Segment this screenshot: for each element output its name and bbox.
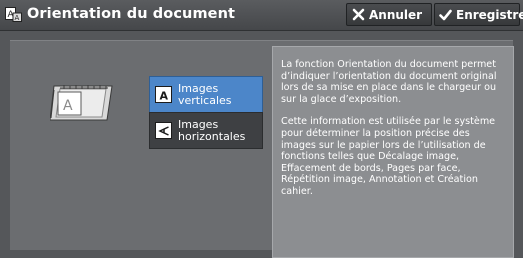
header-bar: A A Orientation du document Annuler Enre… [0, 0, 523, 31]
option-label: Images horizontales [178, 117, 246, 143]
save-button-label: Enregistrer [456, 7, 523, 22]
option-images-horizontales[interactable]: Images horizontales [149, 112, 263, 149]
info-paragraph: Cette information est utilisée par le sy… [281, 116, 496, 197]
document-on-glass-illustration: A [50, 85, 113, 121]
cancel-button-label: Annuler [369, 7, 423, 22]
info-panel: La fonction Orientation du document perm… [272, 46, 514, 258]
page-title: Orientation du document [27, 6, 236, 22]
svg-text:A: A [159, 89, 168, 101]
option-images-verticales[interactable]: A Images verticales [149, 76, 263, 113]
svg-text:A: A [63, 98, 73, 114]
document-orientation-icon: A A [5, 7, 22, 22]
save-button[interactable]: Enregistrer [434, 3, 523, 26]
info-paragraph: La fonction Orientation du document perm… [281, 59, 497, 105]
checkmark-icon [439, 9, 452, 20]
close-icon [352, 8, 365, 21]
option-label: Images verticales [178, 81, 232, 107]
letter-a-rotated-icon [155, 122, 172, 139]
letter-a-upright-icon: A [155, 86, 172, 103]
svg-text:A: A [15, 14, 20, 22]
cancel-button[interactable]: Annuler [346, 3, 432, 26]
